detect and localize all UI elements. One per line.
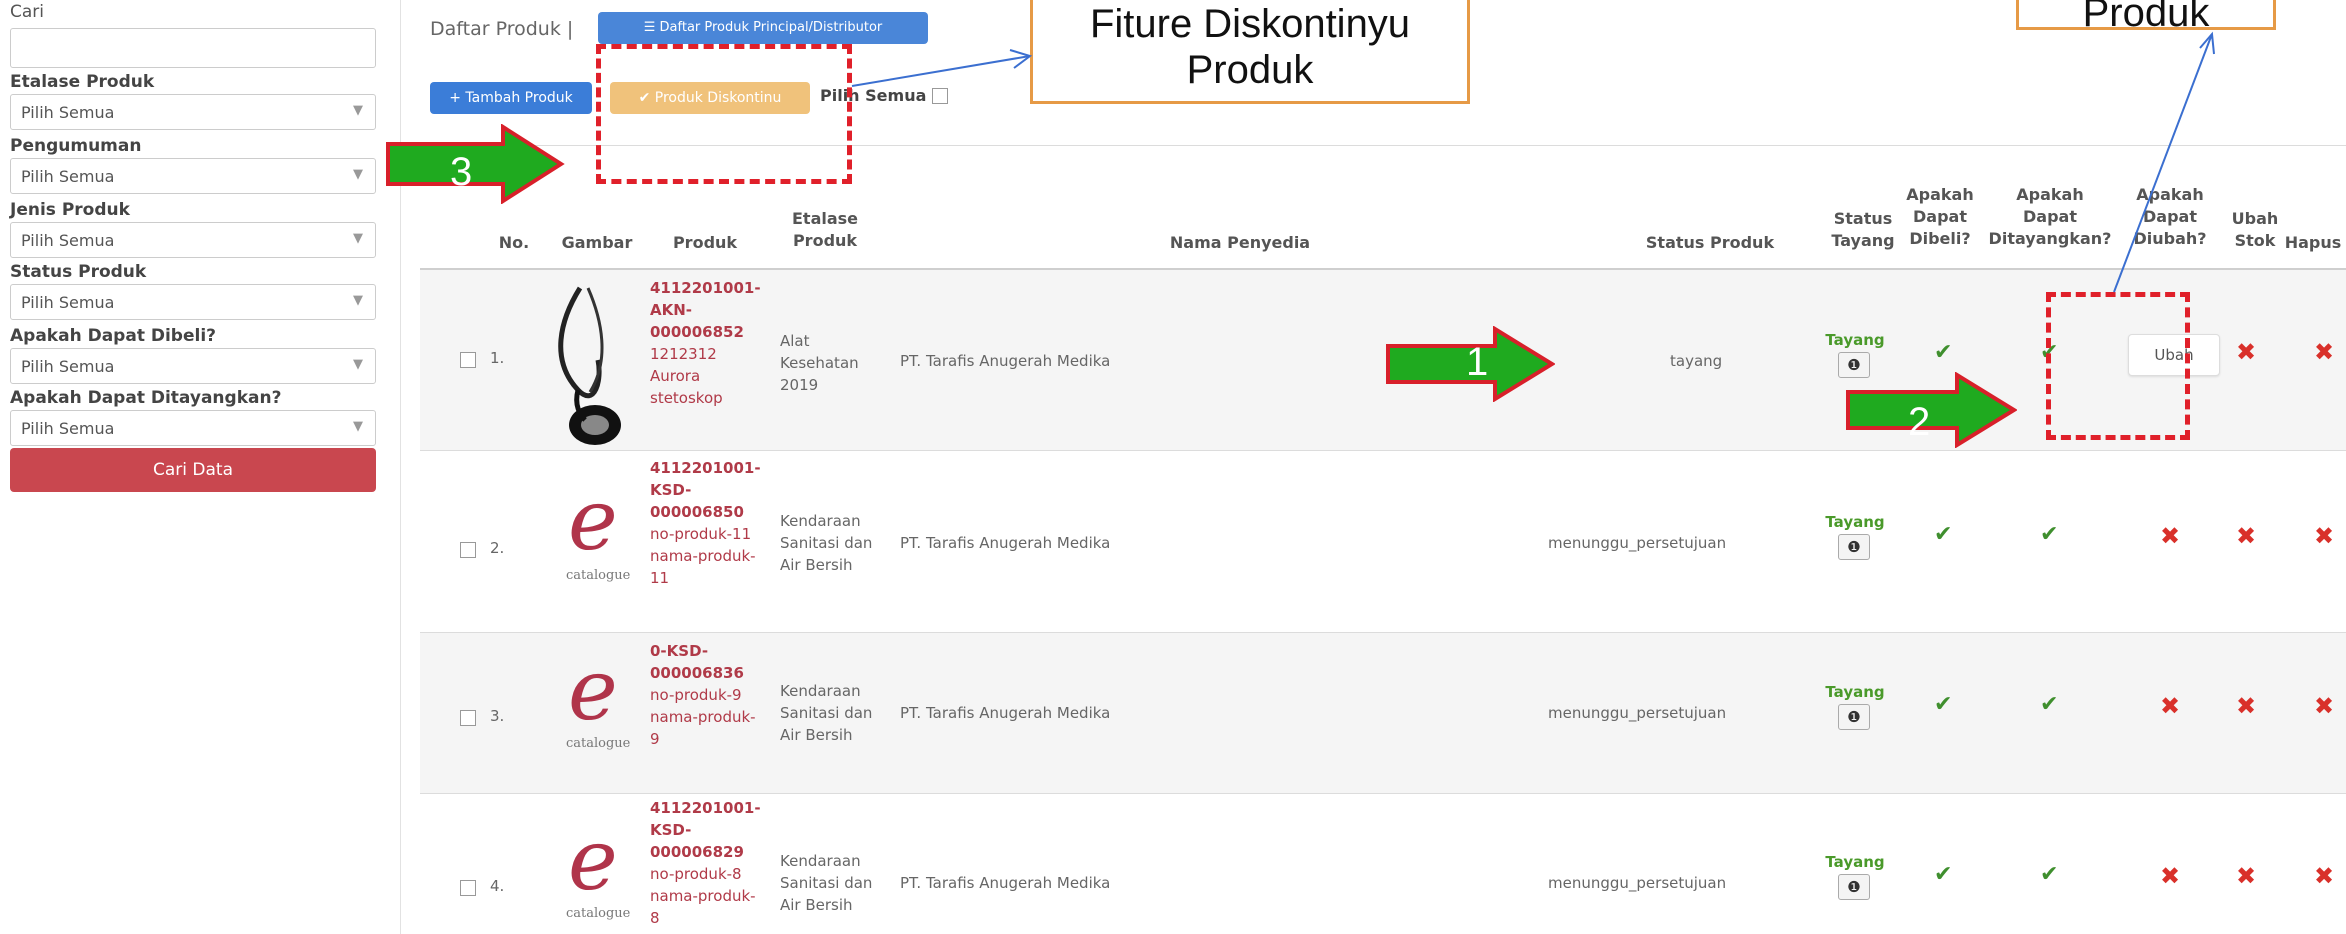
annotation-lines: [851, 31, 2215, 293]
arrow-2: [1846, 372, 2017, 448]
arrow-3: [386, 124, 565, 204]
arrow-label-2: 2: [1908, 400, 1931, 444]
arrow-label-1: 1: [1466, 340, 1489, 384]
arrow-label-3: 3: [450, 150, 473, 194]
